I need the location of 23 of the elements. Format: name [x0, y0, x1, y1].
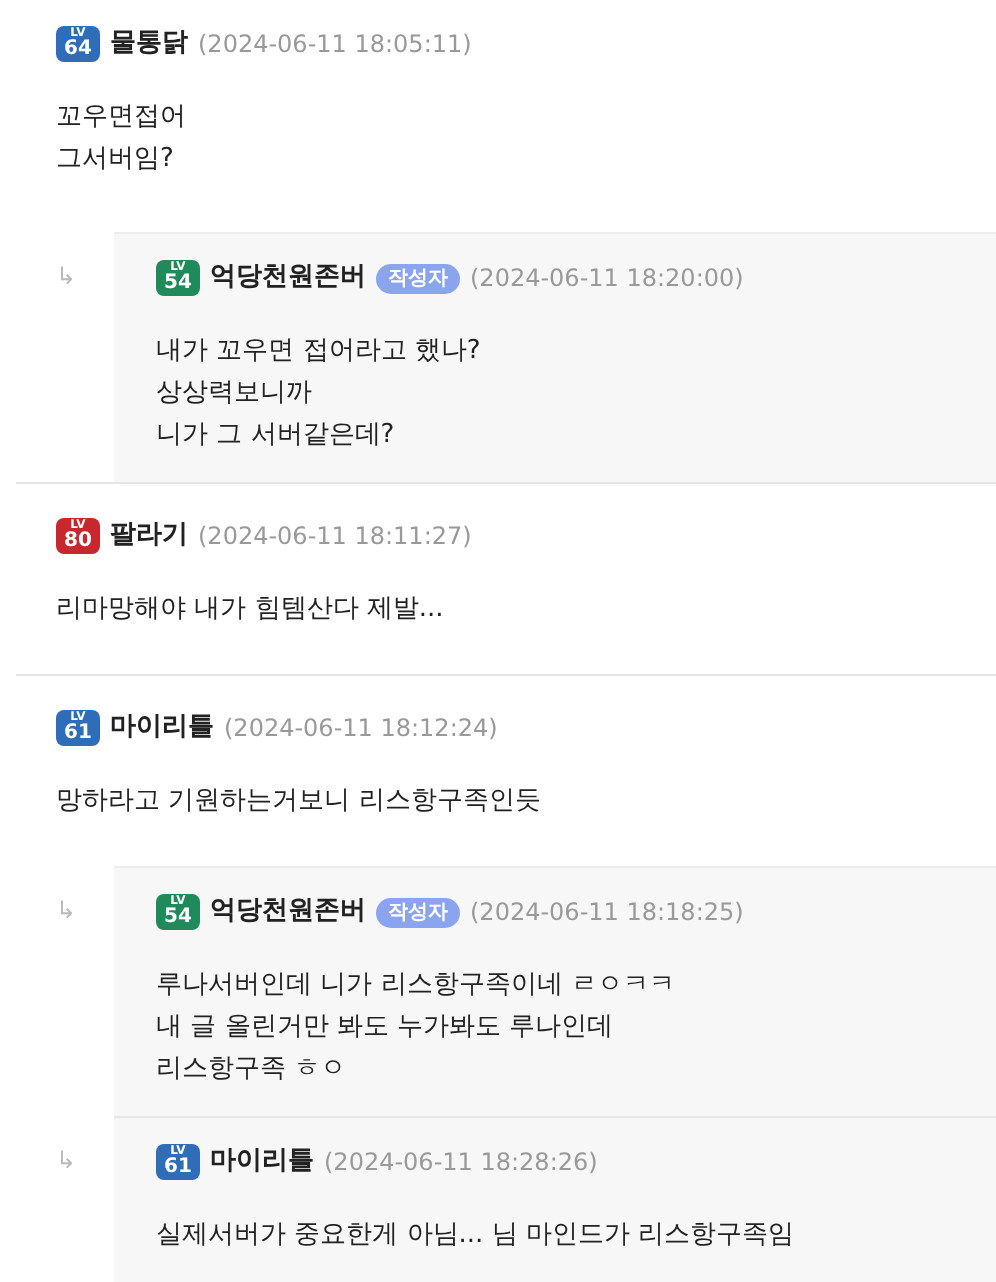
timestamp: (2024-06-11 18:11:27): [198, 520, 472, 554]
comment-text: 루나서버인데 니가 리스항구족이네 ㄹㅇㅋㅋ 내 글 올린거만 봐도 누가봐도 루나인데 리스항구족 ㅎㅇ: [156, 968, 677, 1088]
comment-text: 실제서버가 중요한게 아님... 님 마인드가 리스항구족임: [156, 1218, 797, 1254]
author-tag: 작성자: [376, 897, 460, 927]
author-name[interactable]: 팔라기: [110, 516, 188, 556]
timestamp: (2024-06-11 18:18:25): [470, 896, 744, 930]
timestamp: (2024-06-11 18:05:11): [198, 28, 472, 62]
author-name[interactable]: 마이리틀: [110, 708, 214, 748]
author-tag: 작성자: [376, 263, 460, 293]
reply-arrow-icon: ↳: [56, 262, 77, 290]
author-name[interactable]: 억당천원존버: [210, 892, 366, 932]
timestamp: (2024-06-11 18:20:00): [470, 262, 744, 296]
comment-text: 내가 꼬우면 접어라고 했나? 상상력보니까 니가 그 서버같은데?: [156, 334, 483, 454]
author-name[interactable]: 억당천원존버: [210, 258, 366, 298]
comment-text: 꼬우면접어 그서버임?: [56, 100, 188, 178]
author-name[interactable]: 마이리틀: [210, 1142, 314, 1182]
comment-text: 망하라고 기원하는거보니 리스항구족인듯: [56, 784, 543, 820]
reply-arrow-icon: ↳: [56, 1146, 77, 1174]
timestamp: (2024-06-11 18:28:26): [324, 1146, 598, 1180]
timestamp: (2024-06-11 18:12:24): [224, 712, 498, 746]
author-name[interactable]: 물통닭: [110, 24, 188, 64]
reply-arrow-icon: ↳: [56, 896, 77, 924]
comment-text: 리마망해야 내가 힘템산다 제발...: [56, 592, 446, 628]
